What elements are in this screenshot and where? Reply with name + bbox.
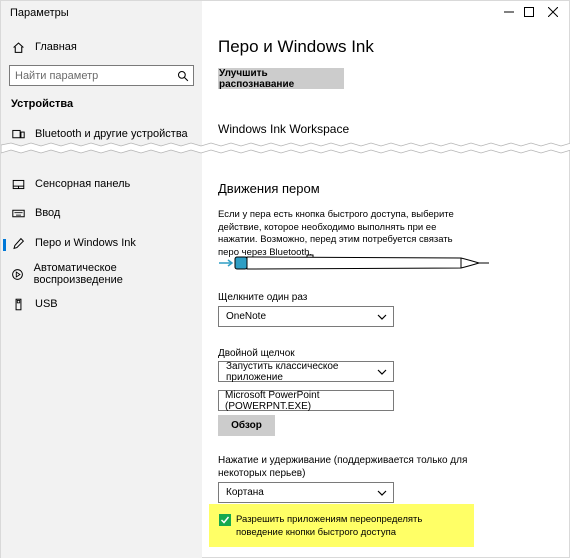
- double-click-value: Запустить классическое приложение: [226, 360, 339, 383]
- autoplay-icon: [1, 268, 34, 281]
- press-hold-label: Нажатие и удерживание (поддерживается то…: [218, 455, 468, 479]
- improve-recognition-button[interactable]: Улучшить распознавание: [218, 68, 344, 90]
- pen-illustration: [219, 254, 489, 270]
- search-input[interactable]: [10, 69, 173, 82]
- single-click-value: OneNote: [226, 311, 267, 322]
- checkmark-icon: [220, 516, 230, 524]
- main-content: Перо и Windows Ink Улучшить распознавани…: [202, 1, 570, 558]
- sidebar-item-home[interactable]: Главная: [1, 35, 202, 59]
- keyboard-icon: [1, 207, 35, 220]
- settings-window: Параметры Главная Устройства Bluetooth и…: [0, 0, 570, 558]
- touchpad-icon: [1, 178, 35, 191]
- double-click-dropdown[interactable]: Запустить классическое приложение: [218, 360, 394, 383]
- override-checkbox-label: Разрешить приложениям переопределять пов…: [236, 514, 423, 538]
- browse-button[interactable]: Обзор: [218, 415, 275, 436]
- override-checkbox[interactable]: [219, 514, 231, 526]
- sidebar-item-pen[interactable]: Перо и Windows Ink: [1, 231, 202, 255]
- sidebar-item-typing[interactable]: Ввод: [1, 201, 202, 225]
- home-icon: [1, 41, 35, 54]
- bluetooth-devices-icon: [1, 128, 35, 141]
- page-title: Перо и Windows Ink: [218, 37, 374, 56]
- sidebar: Параметры Главная Устройства Bluetooth и…: [1, 1, 202, 558]
- single-click-label: Щелкните один раз: [218, 292, 308, 303]
- sidebar-item-label: USB: [35, 298, 58, 310]
- sidebar-item-label: Сенсорная панель: [35, 178, 131, 190]
- app-path-field[interactable]: Microsoft PowerPoint (POWERPNT.EXE): [218, 389, 394, 412]
- search-icon[interactable]: [173, 70, 193, 82]
- sidebar-item-autoplay[interactable]: Автоматическое воспроизведение: [1, 262, 202, 286]
- app-path-value: Microsoft PowerPoint (POWERPNT.EXE): [225, 389, 320, 412]
- sidebar-item-touchpad[interactable]: Сенсорная панель: [1, 172, 202, 196]
- sidebar-item-label: Ввод: [35, 207, 61, 219]
- workspace-heading: Windows Ink Workspace: [218, 122, 350, 136]
- sidebar-item-label: Bluetooth и другие устройства: [35, 128, 188, 140]
- sidebar-item-label: Перо и Windows Ink: [35, 237, 136, 249]
- sidebar-item-label: Автоматическое воспроизведение: [33, 262, 123, 286]
- chevron-down-icon: [377, 314, 387, 320]
- chevron-down-icon: [377, 490, 387, 496]
- sidebar-item-usb[interactable]: USB: [1, 292, 202, 316]
- chevron-down-icon: [377, 369, 387, 375]
- sidebar-home-label: Главная: [35, 41, 77, 53]
- sidebar-section-heading: Устройства: [11, 98, 74, 110]
- pen-shortcuts-heading: Движения пером: [218, 181, 320, 196]
- search-box[interactable]: [9, 65, 194, 86]
- single-click-dropdown[interactable]: OneNote: [218, 306, 394, 327]
- press-hold-value: Кортана: [226, 487, 264, 498]
- window-title: Параметры: [10, 7, 69, 19]
- pen-icon: [1, 237, 35, 250]
- usb-icon: [1, 298, 35, 311]
- double-click-label: Двойной щелчок: [218, 348, 295, 359]
- torn-edge-divider: [1, 142, 570, 154]
- press-hold-dropdown[interactable]: Кортана: [218, 482, 394, 503]
